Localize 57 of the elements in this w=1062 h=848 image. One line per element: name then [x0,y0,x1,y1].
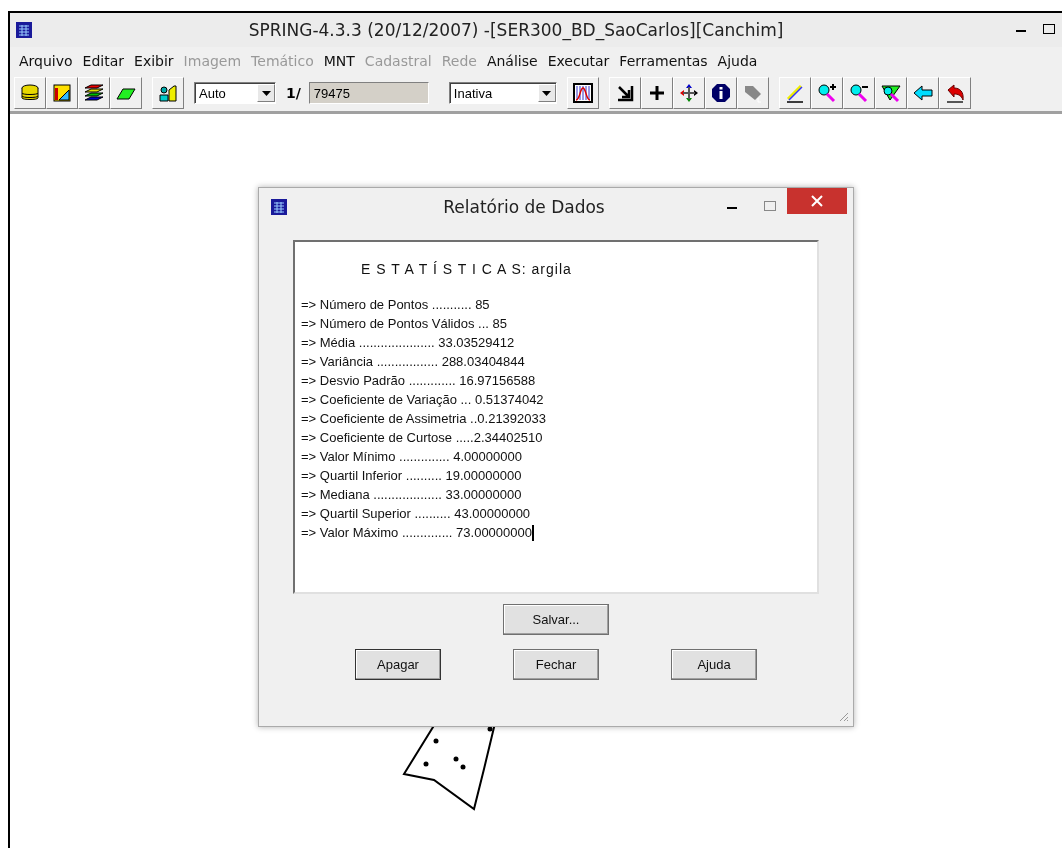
statistic-line: => Coeficiente de Assimetria ..0.21392033 [301,410,547,428]
statistic-line: => Média ..................... 33.03529412 [301,334,516,352]
layers-icon[interactable] [78,77,110,109]
scale-field[interactable]: 79475 [308,82,429,104]
pencil-icon[interactable] [778,77,811,109]
scale-mode-dropdown[interactable]: Auto [194,82,276,104]
statistic-line: => Variância ................. 288.03404844 [301,353,526,371]
dialog-button[interactable]: Apagar [355,649,441,680]
statistic-line: => Valor Mínimo .............. 4.00000000 [301,448,523,466]
window-title: SPRING-4.3.3 (20/12/2007) -[SER300_BD_SaoCarlos][Canchim] [247,20,785,40]
statistic-line: => Desvio Padrão ............. 16.97156588 [301,372,537,390]
menu-item[interactable]: Editar [81,53,126,69]
report-heading: E S T A T Í S T I C A S: argila [360,260,573,279]
zoom-in-icon[interactable] [810,77,843,109]
menu-item[interactable]: Ajuda [716,53,759,69]
dialog-button[interactable]: Ajuda [671,649,757,680]
tag-icon[interactable] [736,77,769,109]
zoom-area-icon[interactable] [874,77,907,109]
move-arrows-icon[interactable] [672,77,705,109]
info-icon[interactable] [704,77,737,109]
arrow-left-icon[interactable] [906,77,939,109]
statistic-line: => Número de Pontos Válidos ... 85 [301,315,508,333]
close-button[interactable] [787,188,847,214]
maximize-icon[interactable] [1042,23,1056,37]
statistic-line: => Quartil Inferior .......... 19.00000000 [301,467,523,485]
statistic-line: => Valor Máximo .............. 73.00000000 [301,524,532,542]
menu-item[interactable]: Ferramentas [618,53,709,69]
dialog-title: Relatório de Dados [442,197,606,217]
statistic-line: => Número de Pontos ........... 85 [301,296,491,314]
database-icon[interactable] [14,77,46,109]
scale-prefix: 1/ [286,85,301,101]
state-dropdown[interactable]: Inativa [448,82,557,104]
save-button[interactable]: Salvar... [503,604,609,635]
resize-grip-icon[interactable] [837,710,849,722]
text-cursor [532,524,534,541]
plus-icon[interactable] [640,77,673,109]
statistic-line: => Mediana ................... 33.00000000 [301,486,523,504]
menu-item[interactable]: Arquivo [18,53,74,69]
menu-item[interactable]: MNT [322,53,356,69]
zoom-out-icon[interactable] [842,77,875,109]
dropdown-arrow-icon[interactable] [542,90,552,96]
statistic-line: => Coeficiente de Variação ... 0.51374042 [301,391,545,409]
report-text-area[interactable] [293,240,819,594]
app-grid-icon [16,22,32,38]
menu-item[interactable]: Executar [546,53,611,69]
dropdown-arrow-icon[interactable] [261,90,271,96]
statistic-line: => Quartil Superior .......... 43.00000000 [301,505,532,523]
parallelogram-icon[interactable] [110,77,142,109]
arrow-down-right-icon[interactable] [608,77,641,109]
histogram-icon[interactable] [566,77,599,109]
statistic-line: => Coeficiente de Curtose .....2.34402510 [301,429,544,447]
dialog-button[interactable]: Fechar [513,649,599,680]
person-icon[interactable] [152,77,184,109]
menu-item[interactable]: Análise [485,53,539,69]
app-grid-icon [271,199,287,215]
close-icon [811,195,823,207]
menu-item[interactable]: Exibir [133,53,175,69]
